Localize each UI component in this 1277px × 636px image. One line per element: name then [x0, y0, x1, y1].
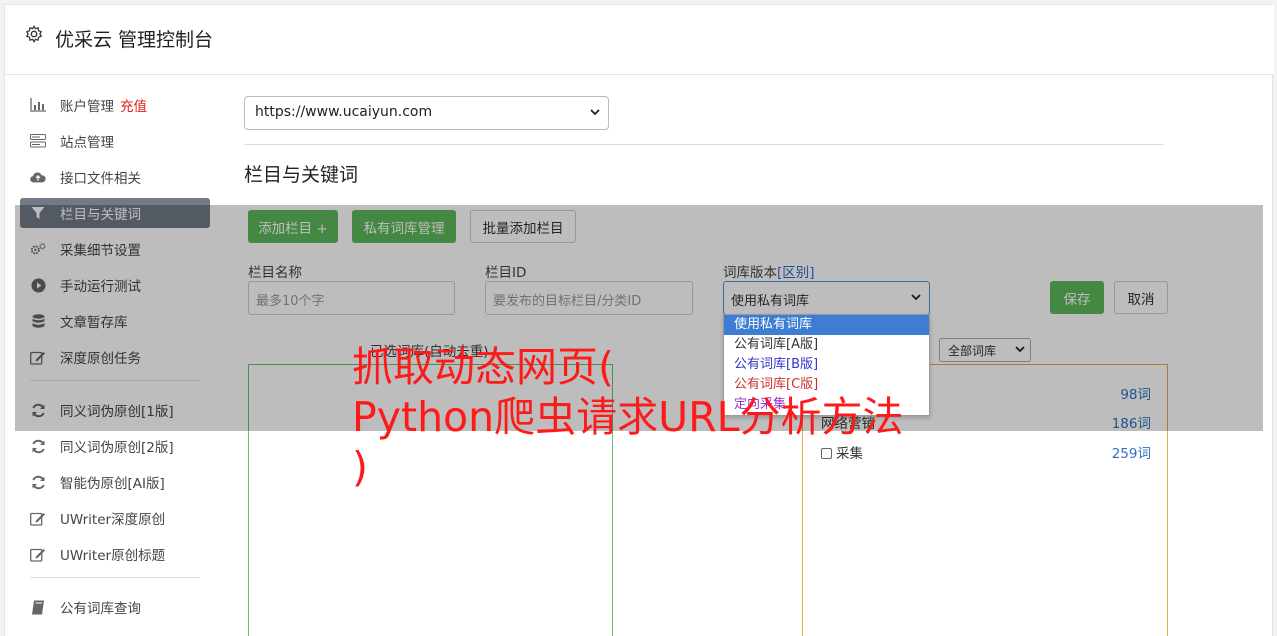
add-column-button[interactable]: 添加栏目 +: [248, 210, 338, 243]
sidebar-item-label: 栏目与关键词: [60, 207, 141, 223]
lib-count: 98词: [1120, 387, 1151, 403]
lib-version-value: 使用私有词库: [731, 294, 810, 309]
filter-icon: [30, 205, 46, 221]
sidebar-item-label: 公有词库查询: [60, 601, 141, 617]
cancel-button[interactable]: 取消: [1114, 281, 1168, 314]
play-circle-icon: [30, 277, 46, 293]
chevron-down-icon: [590, 109, 600, 116]
sidebar-item-manual-run[interactable]: 手动运行测试: [20, 270, 210, 300]
save-button[interactable]: 保存: [1050, 281, 1104, 314]
sidebar-item-synonym-v1[interactable]: 同义词伪原创[1版]: [20, 395, 210, 425]
cloud-upload-icon: [30, 169, 46, 185]
sidebar-item-label: 文章暂存库: [60, 315, 128, 331]
sidebar-item-deep-original[interactable]: 深度原创任务: [20, 342, 210, 372]
sidebar-divider: [30, 577, 200, 578]
column-name-label: 栏目名称: [248, 265, 302, 281]
recharge-link[interactable]: 充值: [120, 95, 147, 115]
sidebar-divider: [30, 380, 200, 381]
sidebar-item-label: 账户管理: [60, 99, 114, 115]
refresh-icon: [30, 438, 46, 454]
lib-count: 186词: [1111, 416, 1151, 432]
chevron-down-icon: [911, 294, 921, 301]
site-select[interactable]: https://www.ucaiyun.com: [244, 96, 609, 130]
sidebar-item-columns[interactable]: 栏目与关键词: [20, 198, 210, 228]
section-title: 栏目与关键词: [244, 164, 359, 186]
sidebar-item-uwriter-deep[interactable]: UWriter深度原创: [20, 503, 210, 533]
private-lib-button[interactable]: 私有词库管理: [352, 210, 456, 243]
watermark-text: 抓取动态网页( Python爬虫请求URL分析方法 ): [352, 342, 952, 492]
book-icon: [30, 599, 46, 615]
dropdown-option[interactable]: 使用私有词库: [724, 315, 929, 335]
lib-filter-select[interactable]: 全部词库: [939, 338, 1031, 362]
lib-count: 259词: [1111, 446, 1151, 462]
sidebar: 账户管理 充值 站点管理 接口文件相关 栏目与关键词 采集细节设置 手动运行测试: [20, 90, 210, 628]
lib-version-label: 词库版本[区别]: [723, 261, 815, 281]
sidebar-item-public-lib[interactable]: 公有词库查询: [20, 592, 210, 622]
batch-add-button[interactable]: 批量添加栏目: [470, 210, 576, 243]
console-title: 优采云 管理控制台: [55, 29, 214, 51]
bar-chart-icon: [30, 97, 46, 113]
sidebar-item-interface[interactable]: 接口文件相关: [20, 162, 210, 192]
sidebar-item-label: 同义词伪原创[2版]: [60, 440, 174, 456]
sidebar-item-label: 站点管理: [60, 135, 114, 151]
sidebar-item-uwriter-title[interactable]: UWriter原创标题: [20, 539, 210, 569]
sidebar-item-synonym-v2[interactable]: 同义词伪原创[2版]: [20, 431, 210, 461]
column-id-label: 栏目ID: [485, 265, 527, 281]
sidebar-item-article-storage[interactable]: 文章暂存库: [20, 306, 210, 336]
sidebar-item-label: 手动运行测试: [60, 279, 141, 295]
database-icon: [30, 313, 46, 329]
chevron-down-icon: [1015, 346, 1025, 353]
site-select-value: https://www.ucaiyun.com: [255, 104, 433, 120]
sidebar-item-label: UWriter深度原创: [60, 512, 166, 528]
sidebar-item-sites[interactable]: 站点管理: [20, 126, 210, 156]
column-name-input[interactable]: 最多10个字: [248, 281, 455, 315]
refresh-icon: [30, 402, 46, 418]
sidebar-item-label: 智能伪原创[AI版]: [60, 476, 165, 492]
top-bar: 优采云 管理控制台: [5, 5, 1274, 75]
sidebar-item-ai-rewrite[interactable]: 智能伪原创[AI版]: [20, 467, 210, 497]
sidebar-item-label: 同义词伪原创[1版]: [60, 404, 174, 420]
lib-version-label-text: 词库版本: [723, 265, 777, 281]
edit-icon: [30, 546, 46, 562]
sidebar-item-label: 深度原创任务: [60, 351, 141, 367]
watermark-line: 抓取动态网页(: [352, 343, 614, 391]
diff-link[interactable]: [区别]: [777, 265, 815, 281]
sidebar-item-label: 接口文件相关: [60, 171, 141, 187]
lib-filter-value: 全部词库: [948, 344, 997, 358]
sidebar-item-label: UWriter原创标题: [60, 548, 166, 564]
refresh-icon: [30, 474, 46, 490]
sidebar-item-collect-settings[interactable]: 采集细节设置: [20, 234, 210, 264]
edit-icon: [30, 510, 46, 526]
sidebar-item-account[interactable]: 账户管理 充值: [20, 90, 210, 120]
divider: [244, 144, 1164, 145]
column-id-input[interactable]: 要发布的目标栏目/分类ID: [485, 281, 693, 315]
gear-icon: [25, 25, 43, 43]
sidebar-item-label: 采集细节设置: [60, 243, 141, 259]
gears-icon: [30, 241, 46, 257]
lib-version-select[interactable]: 使用私有词库: [723, 281, 930, 315]
watermark-line: ): [352, 443, 368, 491]
edit-icon: [30, 349, 46, 365]
server-icon: [30, 133, 46, 149]
watermark-line: Python爬虫请求URL分析方法: [352, 393, 904, 441]
